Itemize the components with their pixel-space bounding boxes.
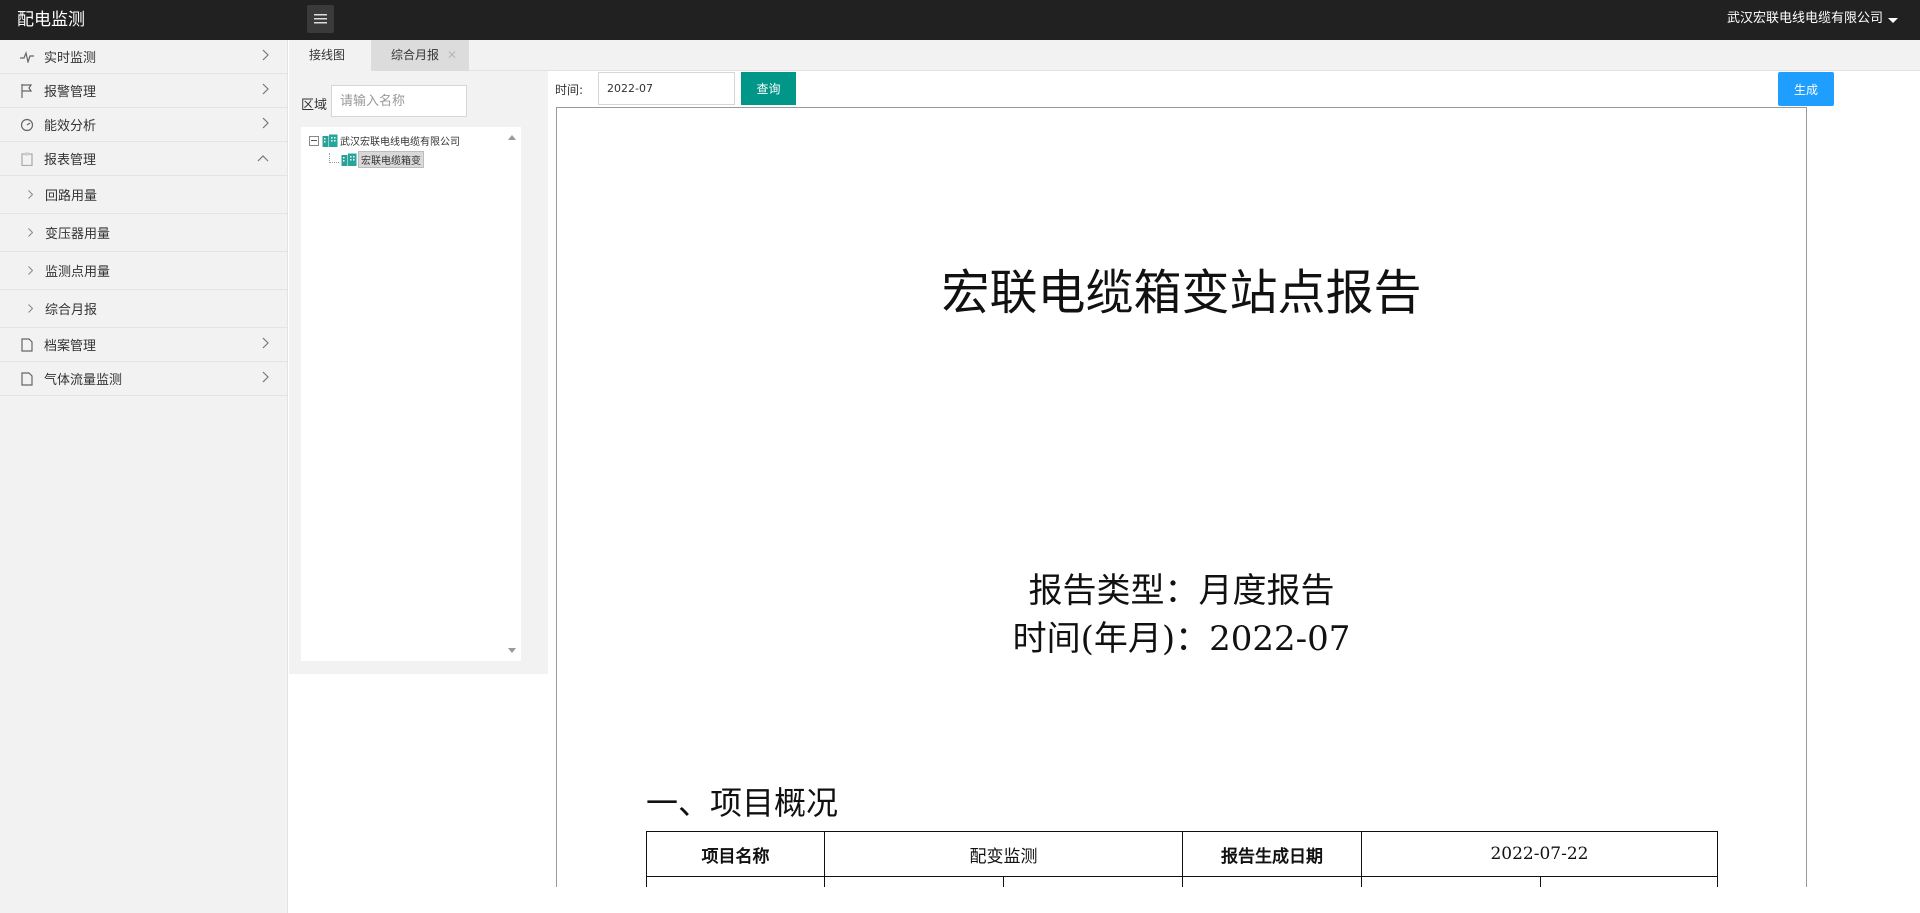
flag-icon — [20, 83, 34, 98]
chevron-right-icon — [28, 266, 33, 275]
chevron-up-icon — [257, 151, 269, 166]
collapse-icon[interactable] — [309, 135, 319, 146]
tree-node-child[interactable]: 宏联电缆箱变 — [341, 151, 424, 168]
document-icon — [20, 337, 34, 352]
sidebar-item-label: 档案管理 — [44, 339, 97, 354]
table-cell: 项目名称 — [646, 831, 825, 877]
table-cell — [1182, 876, 1362, 887]
chevron-right-icon — [262, 117, 269, 133]
sidebar-item-gas-flow[interactable]: 气体流量监测 — [0, 362, 287, 396]
sidebar-subitem-label: 监测点用量 — [45, 265, 111, 280]
sidebar-subitem-monthly-report[interactable]: 综合月报 — [0, 290, 287, 328]
chevron-right-icon — [28, 304, 33, 313]
tree-view[interactable]: 武汉宏联电线电缆有限公司 宏联电缆箱变 — [301, 127, 521, 661]
tab-wiring-diagram[interactable]: 接线图 — [289, 40, 371, 71]
sidebar-item-alarm[interactable]: 报警管理 — [0, 74, 287, 108]
sidebar-subitem-label: 变压器用量 — [45, 227, 111, 242]
table-cell: 2022-07-22 — [1361, 831, 1718, 877]
top-header: 配电监测 武汉宏联电线电缆有限公司 — [0, 0, 1920, 40]
table-cell — [1540, 876, 1718, 887]
area-tree-panel: 区域 武汉宏联电线电缆有限公司 宏联电缆箱变 — [289, 71, 548, 674]
section-title: 一、项目概况 — [646, 784, 839, 822]
table-row: 项目名称 配变监测 报告生成日期 2022-07-22 — [646, 831, 1718, 877]
table-cell — [1003, 876, 1183, 887]
sidebar-item-efficiency[interactable]: 能效分析 — [0, 108, 287, 142]
sidebar-item-label: 报表管理 — [44, 153, 97, 168]
tree-node-root[interactable]: 武汉宏联电线电缆有限公司 — [309, 133, 460, 148]
time-label: 时间: — [555, 83, 584, 97]
query-button[interactable]: 查询 — [741, 72, 796, 105]
sidebar: 实时监测 报警管理 能效分析 报表管理 回路用量 变压器用量 监测点用量 综合月… — [0, 40, 288, 913]
generate-button[interactable]: 生成 — [1778, 72, 1834, 106]
sidebar-subitem-transformer-usage[interactable]: 变压器用量 — [0, 214, 287, 252]
tab-monthly-report[interactable]: 综合月报 ✕ — [371, 40, 469, 71]
area-search-input[interactable] — [331, 85, 467, 117]
sidebar-item-label: 气体流量监测 — [44, 373, 123, 388]
building-icon — [322, 134, 338, 147]
area-label: 区域 — [301, 98, 328, 113]
sidebar-subitem-label: 综合月报 — [45, 303, 98, 318]
overview-table: 项目名称 配变监测 报告生成日期 2022-07-22 — [646, 831, 1718, 887]
sidebar-item-reports[interactable]: 报表管理 — [0, 142, 287, 176]
table-cell — [1361, 876, 1541, 887]
table-cell — [646, 876, 825, 887]
tab-bar: 接线图 综合月报 ✕ — [289, 40, 1920, 71]
hamburger-icon — [314, 14, 327, 24]
close-icon[interactable]: ✕ — [447, 40, 457, 71]
scroll-up-icon[interactable] — [508, 135, 516, 140]
chevron-right-icon — [28, 190, 33, 199]
report-document: 宏联电缆箱变站点报告 报告类型：月度报告 时间(年月)：2022-07 一、项目… — [556, 107, 1807, 887]
sidebar-item-label: 实时监测 — [44, 51, 97, 66]
tab-label: 综合月报 — [391, 48, 440, 62]
tab-label: 接线图 — [309, 48, 346, 62]
sidebar-subitem-circuit-usage[interactable]: 回路用量 — [0, 176, 287, 214]
table-cell: 报告生成日期 — [1182, 831, 1362, 877]
gauge-icon — [20, 118, 34, 132]
table-cell: 配变监测 — [824, 831, 1183, 877]
table-cell — [824, 876, 1004, 887]
report-title: 宏联电缆箱变站点报告 — [941, 265, 1422, 321]
caret-down-icon[interactable] — [1888, 18, 1898, 23]
chevron-right-icon — [28, 228, 33, 237]
clipboard-icon — [20, 152, 34, 166]
report-time: 时间(年月)：2022-07 — [1012, 619, 1351, 659]
sidebar-item-archives[interactable]: 档案管理 — [0, 328, 287, 362]
chevron-right-icon — [262, 83, 269, 99]
tree-scrollbar[interactable] — [503, 127, 521, 661]
sidebar-item-label: 能效分析 — [44, 119, 97, 134]
building-icon — [341, 153, 357, 166]
document-icon — [20, 371, 34, 386]
chevron-right-icon — [262, 371, 269, 387]
pulse-icon — [20, 50, 34, 64]
tree-connector — [329, 162, 339, 163]
report-type: 报告类型：月度报告 — [1028, 571, 1335, 611]
tree-node-label: 武汉宏联电线电缆有限公司 — [340, 137, 460, 148]
table-row — [646, 876, 1718, 887]
sidebar-item-realtime[interactable]: 实时监测 — [0, 40, 287, 74]
company-menu[interactable]: 武汉宏联电线电缆有限公司 — [1727, 0, 1883, 38]
sidebar-subitem-label: 回路用量 — [45, 189, 98, 204]
chevron-right-icon — [262, 49, 269, 65]
tree-node-label: 宏联电缆箱变 — [358, 151, 424, 168]
scroll-down-icon[interactable] — [508, 648, 516, 653]
sidebar-item-label: 报警管理 — [44, 85, 97, 100]
app-title: 配电监测 — [17, 10, 85, 30]
menu-toggle-button[interactable] — [307, 5, 334, 33]
chevron-right-icon — [262, 337, 269, 353]
sidebar-subitem-monitor-point-usage[interactable]: 监测点用量 — [0, 252, 287, 290]
time-input[interactable] — [598, 72, 735, 105]
